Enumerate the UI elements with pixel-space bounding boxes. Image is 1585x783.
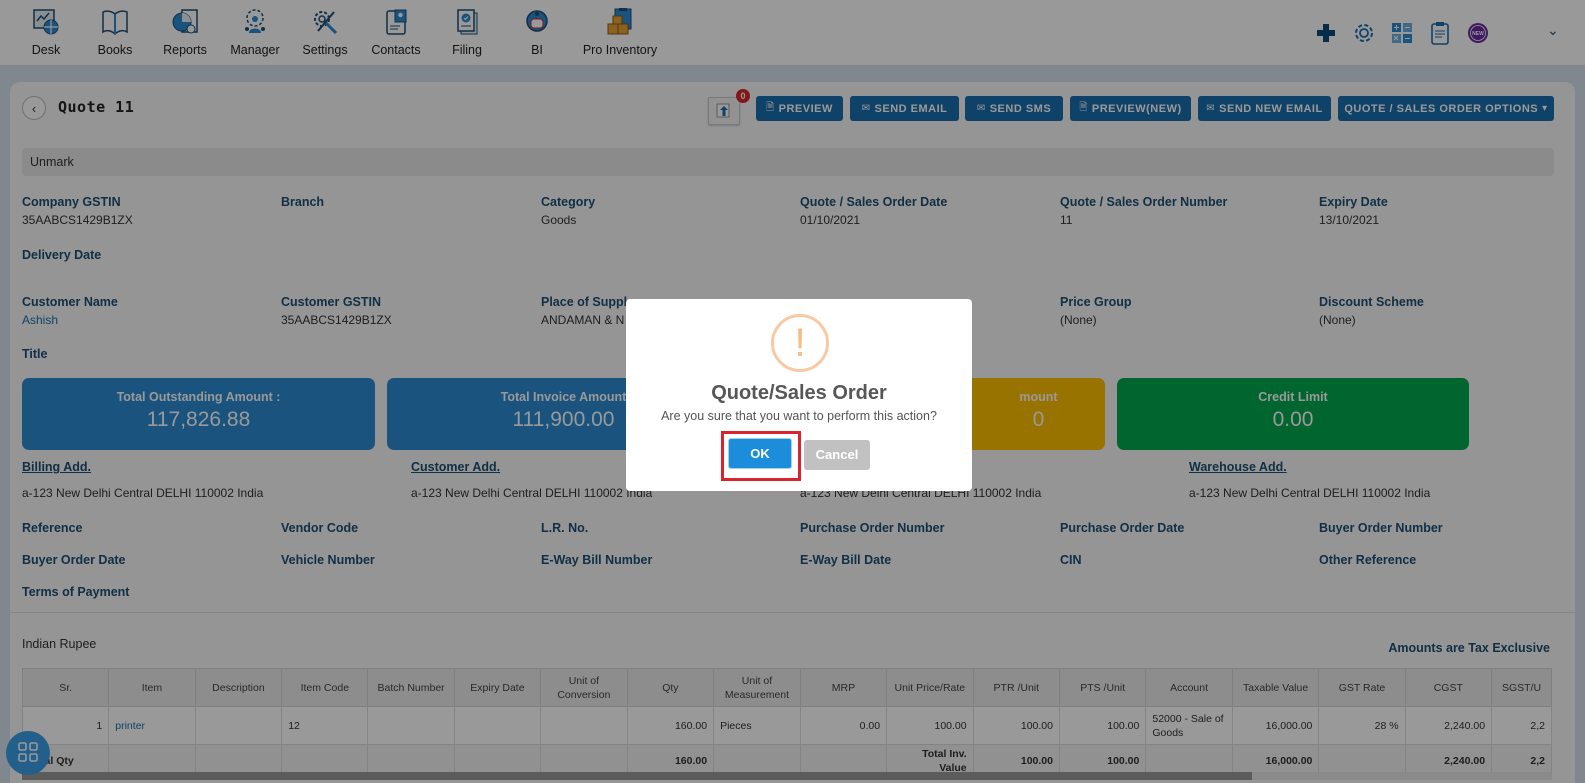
ok-button[interactable]: OK: [728, 438, 792, 469]
dialog-title: Quote/Sales Order: [711, 382, 887, 404]
dialog-message: Are you sure that you want to perform th…: [661, 409, 937, 423]
cancel-button[interactable]: Cancel: [804, 440, 870, 470]
warning-icon: !: [771, 314, 829, 372]
confirm-dialog: ! Quote/Sales Order Are you sure that yo…: [626, 299, 972, 491]
